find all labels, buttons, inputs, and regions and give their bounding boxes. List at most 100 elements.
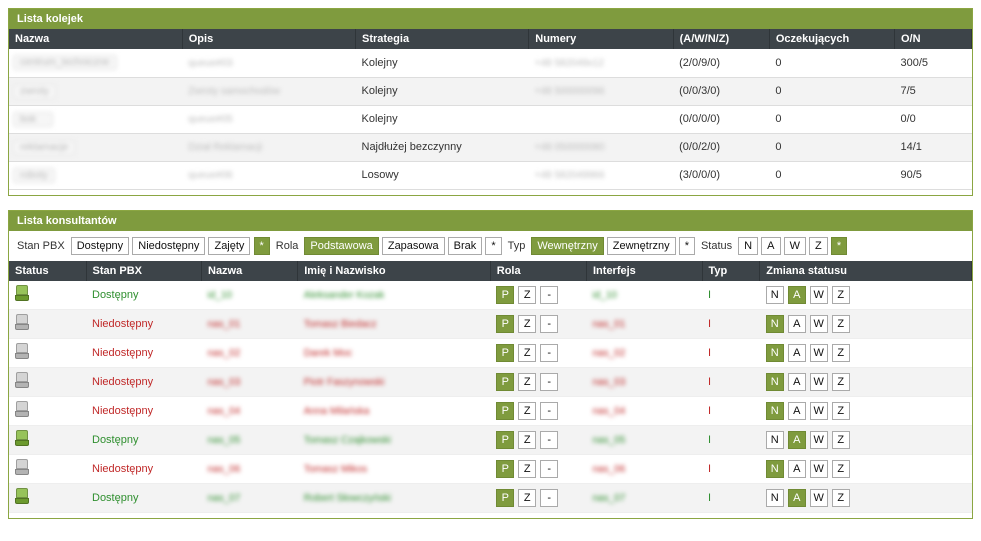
role-btn-p[interactable]: P xyxy=(496,286,514,304)
filter-rola-btn-zapasowa[interactable]: Zapasowa xyxy=(382,237,445,255)
role-btn--[interactable]: - xyxy=(540,286,558,304)
filter-rola-btn-*[interactable]: * xyxy=(485,237,501,255)
status-btn-z[interactable]: Z xyxy=(832,286,850,304)
role-btn-p[interactable]: P xyxy=(496,460,514,478)
role-btn--[interactable]: - xyxy=(540,373,558,391)
status-btn-z[interactable]: Z xyxy=(832,431,850,449)
status-btn-n[interactable]: N xyxy=(766,402,784,420)
consultant-name[interactable]: Piotr Faszynowski xyxy=(304,377,385,388)
status-btn-n[interactable]: N xyxy=(766,344,784,362)
status-btn-z[interactable]: Z xyxy=(832,489,850,507)
status-btn-n[interactable]: N xyxy=(766,286,784,304)
role-btn--[interactable]: - xyxy=(540,489,558,507)
filter-typ-btn-zewnętrzny[interactable]: Zewnętrzny xyxy=(607,237,676,255)
role-btn-p[interactable]: P xyxy=(496,315,514,333)
role-btn--[interactable]: - xyxy=(540,402,558,420)
role-btn-p[interactable]: P xyxy=(496,431,514,449)
role-btn--[interactable]: - xyxy=(540,344,558,362)
consultant-row: Niedostępnynas_04Anna MilańskaP Z -nas_0… xyxy=(9,396,972,425)
filter-status-btn-z[interactable]: Z xyxy=(809,237,828,255)
role-btn-z[interactable]: Z xyxy=(518,460,536,478)
filter-rola-btn-podstawowa[interactable]: Podstawowa xyxy=(304,237,378,255)
status-btn-z[interactable]: Z xyxy=(832,402,850,420)
filter-stanpbx-btn-*[interactable]: * xyxy=(254,237,270,255)
filter-status-btn-w[interactable]: W xyxy=(784,237,806,255)
consultant-id[interactable]: nas_02 xyxy=(208,348,241,359)
consultant-name[interactable]: Darek Moc xyxy=(304,348,352,359)
role-btn--[interactable]: - xyxy=(540,431,558,449)
status-btn-a[interactable]: A xyxy=(788,489,806,507)
consultant-id[interactable]: nas_07 xyxy=(208,493,241,504)
queue-name[interactable]: reklamacje xyxy=(13,140,75,155)
col-nazwa: Nazwa xyxy=(9,29,182,49)
role-btn-z[interactable]: Z xyxy=(518,431,536,449)
status-btn-w[interactable]: W xyxy=(810,373,828,391)
status-btn-w[interactable]: W xyxy=(810,402,828,420)
role-btn-z[interactable]: Z xyxy=(518,373,536,391)
queue-strategy: Losowy xyxy=(356,161,529,189)
status-btn-n[interactable]: N xyxy=(766,489,784,507)
queue-name[interactable]: bok xyxy=(13,112,53,127)
role-btn-p[interactable]: P xyxy=(496,402,514,420)
queue-name[interactable]: zwroty xyxy=(13,84,56,99)
status-btn-a[interactable]: A xyxy=(788,286,806,304)
status-btn-z[interactable]: Z xyxy=(832,460,850,478)
consultant-id[interactable]: nas_04 xyxy=(208,406,241,417)
filter-status-btn-a[interactable]: A xyxy=(761,237,780,255)
filter-status-btn-n[interactable]: N xyxy=(738,237,758,255)
role-btn-z[interactable]: Z xyxy=(518,286,536,304)
consultant-name[interactable]: Robert Słowczyński xyxy=(304,493,391,504)
status-btn-a[interactable]: A xyxy=(788,315,806,333)
consultant-name[interactable]: Tomasz Mikos xyxy=(304,464,367,475)
filter-stanpbx-btn-niedostępny[interactable]: Niedostępny xyxy=(132,237,205,255)
status-btn-w[interactable]: W xyxy=(810,489,828,507)
role-btn-p[interactable]: P xyxy=(496,489,514,507)
status-actions: N A W Z xyxy=(766,460,966,478)
status-btn-n[interactable]: N xyxy=(766,460,784,478)
role-btn-p[interactable]: P xyxy=(496,373,514,391)
status-btn-w[interactable]: W xyxy=(810,460,828,478)
status-btn-w[interactable]: W xyxy=(810,431,828,449)
queue-desc: Dział Reklamacji xyxy=(188,142,262,153)
status-btn-z[interactable]: Z xyxy=(832,344,850,362)
consultant-name[interactable]: Tomasz Czajkowski xyxy=(304,435,391,446)
role-btn-z[interactable]: Z xyxy=(518,315,536,333)
status-btn-a[interactable]: A xyxy=(788,344,806,362)
consultant-id[interactable]: nas_06 xyxy=(208,464,241,475)
role-btn--[interactable]: - xyxy=(540,315,558,333)
role-btn--[interactable]: - xyxy=(540,460,558,478)
role-btn-z[interactable]: Z xyxy=(518,402,536,420)
queue-name[interactable]: centrum_techniczne xyxy=(13,55,117,70)
consultant-id[interactable]: nas_01 xyxy=(208,319,241,330)
status-btn-n[interactable]: N xyxy=(766,373,784,391)
consultant-name[interactable]: Aleksander Kozak xyxy=(304,290,385,301)
role-btn-z[interactable]: Z xyxy=(518,489,536,507)
consultant-name[interactable]: Anna Milańska xyxy=(304,406,370,417)
queue-strategy: Kolejny xyxy=(356,77,529,105)
filter-status-btn-*[interactable]: * xyxy=(831,237,847,255)
role-btn-p[interactable]: P xyxy=(496,344,514,362)
status-btn-a[interactable]: A xyxy=(788,431,806,449)
status-btn-n[interactable]: N xyxy=(766,431,784,449)
status-btn-w[interactable]: W xyxy=(810,286,828,304)
role-btn-z[interactable]: Z xyxy=(518,344,536,362)
consultant-id[interactable]: nas_03 xyxy=(208,377,241,388)
filter-typ-btn-wewnętrzny[interactable]: Wewnętrzny xyxy=(531,237,603,255)
consultant-name[interactable]: Tomasz Biedacz xyxy=(304,319,377,330)
status-btn-z[interactable]: Z xyxy=(832,315,850,333)
queue-name[interactable]: roboty xyxy=(13,168,55,183)
status-btn-a[interactable]: A xyxy=(788,373,806,391)
status-btn-n[interactable]: N xyxy=(766,315,784,333)
status-btn-z[interactable]: Z xyxy=(832,373,850,391)
filter-rola-btn-brak[interactable]: Brak xyxy=(448,237,483,255)
consultant-id[interactable]: id_10 xyxy=(208,290,232,301)
filter-stanpbx-btn-dostępny[interactable]: Dostępny xyxy=(71,237,129,255)
status-btn-a[interactable]: A xyxy=(788,402,806,420)
consultant-id[interactable]: nas_05 xyxy=(208,435,241,446)
consultant-row: Niedostępnynas_06Tomasz MikosP Z -nas_06… xyxy=(9,454,972,483)
status-btn-w[interactable]: W xyxy=(810,315,828,333)
status-btn-a[interactable]: A xyxy=(788,460,806,478)
filter-typ-btn-*[interactable]: * xyxy=(679,237,695,255)
status-btn-w[interactable]: W xyxy=(810,344,828,362)
filter-stanpbx-btn-zajęty[interactable]: Zajęty xyxy=(208,237,250,255)
